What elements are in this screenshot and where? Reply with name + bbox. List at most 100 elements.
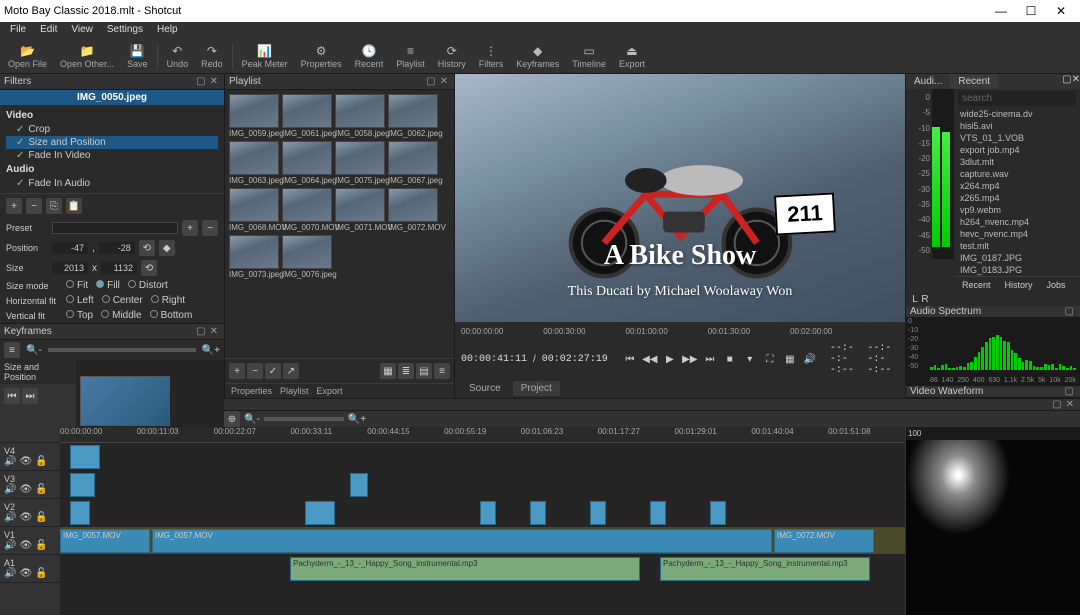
filters-undock-icon[interactable]: ▢ <box>194 76 207 87</box>
hfit-center[interactable]: Center <box>102 295 143 306</box>
copy-filter-button[interactable]: ⎘ <box>46 198 62 214</box>
toolbar-peakmeter-button[interactable]: 📊Peak Meter <box>236 41 294 73</box>
mute-icon[interactable]: 🔊 <box>4 456 16 467</box>
tl-ripple-button[interactable]: ⊕ <box>224 411 240 427</box>
keyframes-undock-icon[interactable]: ▢ <box>194 326 207 337</box>
playlist-check-button[interactable]: ✓ <box>265 363 281 379</box>
size-reset-button[interactable]: ⟲ <box>141 260 157 276</box>
tl-zoom-out-icon[interactable]: 🔍- <box>244 414 260 425</box>
rewind-button[interactable]: ◀◀ <box>642 353 658 367</box>
maximize-button[interactable]: ☐ <box>1016 1 1046 21</box>
position-y-input[interactable]: -28 <box>99 242 135 254</box>
toolbar-openfile-button[interactable]: 📂Open File <box>2 41 53 73</box>
filters-close-icon[interactable]: ✕ <box>208 76 220 87</box>
playlist-item[interactable]: IMG_0072.MOV <box>388 188 438 232</box>
playlist-menu-button[interactable]: ≡ <box>434 363 450 379</box>
filter-crop[interactable]: ✓Crop <box>6 123 218 136</box>
spectrum-undock-icon[interactable]: ▢ <box>1063 306 1076 317</box>
eye-icon[interactable]: 👁 <box>19 456 32 467</box>
lock-icon[interactable]: 🔓 <box>35 540 47 551</box>
tab-project[interactable]: Project <box>513 381 560 396</box>
recent-search-input[interactable]: search <box>958 91 1076 106</box>
size-w-input[interactable]: 2013 <box>52 262 88 274</box>
playlist-item[interactable]: IMG_0075.jpeg <box>335 141 385 185</box>
skip-end-button[interactable]: ⏭ <box>702 353 718 367</box>
minimize-button[interactable]: — <box>986 1 1016 21</box>
toolbar-timeline-button[interactable]: ▭Timeline <box>566 41 612 73</box>
tl-zoom-slider[interactable] <box>264 417 344 421</box>
toolbar-openother-button[interactable]: 📁Open Other... <box>54 41 120 73</box>
recent-file-item[interactable]: VTS_01_1.VOB <box>958 132 1076 144</box>
tab-recent[interactable]: Recent <box>950 74 998 89</box>
close-button[interactable]: ✕ <box>1046 1 1076 21</box>
toolbar-filters-button[interactable]: ⋮Filters <box>473 41 510 73</box>
size-h-input[interactable]: 1132 <box>101 262 137 274</box>
playlist-add-button[interactable]: + <box>229 363 245 379</box>
zoom-fit-button[interactable]: ⛶ <box>762 353 778 367</box>
playlist-undock-icon[interactable]: ▢ <box>424 76 437 87</box>
timeline-close-icon[interactable]: ✕ <box>1064 399 1076 410</box>
recent-file-item[interactable]: capture.wav <box>958 168 1076 180</box>
timecode-current[interactable]: 00:00:41:11 <box>461 354 527 365</box>
tab-history[interactable]: History <box>999 279 1039 291</box>
vfit-bottom[interactable]: Bottom <box>150 310 193 321</box>
menu-settings[interactable]: Settings <box>101 22 149 40</box>
playlist-item[interactable]: IMG_0064.jpeg <box>282 141 332 185</box>
playlist-goto-button[interactable]: ↗ <box>283 363 299 379</box>
lock-icon[interactable]: 🔓 <box>35 568 47 579</box>
lock-icon[interactable]: 🔓 <box>35 456 47 467</box>
track-head-V1[interactable]: V1🔊 👁 🔓 <box>0 527 60 555</box>
playlist-item[interactable]: IMG_0067.jpeg <box>388 141 438 185</box>
menu-file[interactable]: File <box>4 22 32 40</box>
zoom-out-icon[interactable]: 🔍- <box>26 345 42 356</box>
eye-icon[interactable]: 👁 <box>19 484 32 495</box>
zoom-in-icon[interactable]: 🔍+ <box>202 345 220 356</box>
forward-button[interactable]: ▶▶ <box>682 353 698 367</box>
recent-file-item[interactable]: hevc_nvenc.mp4 <box>958 228 1076 240</box>
vfit-top[interactable]: Top <box>66 310 93 321</box>
menu-help[interactable]: Help <box>151 22 184 40</box>
playlist-item[interactable]: IMG_0058.jpeg <box>335 94 385 138</box>
toolbar-history-button[interactable]: ⟳History <box>432 41 472 73</box>
sizemode-fill[interactable]: Fill <box>96 280 120 291</box>
mute-icon[interactable]: 🔊 <box>4 540 16 551</box>
playlist-view-grid[interactable]: ▦ <box>380 363 396 379</box>
recent-file-item[interactable]: x265.mp4 <box>958 192 1076 204</box>
kf-zoom-slider[interactable] <box>48 348 196 352</box>
filter-size-position[interactable]: ✓Size and Position <box>6 136 218 149</box>
playlist-item[interactable]: IMG_0063.jpeg <box>229 141 279 185</box>
filter-fade-in-video[interactable]: ✓Fade In Video <box>6 149 218 162</box>
track-head-V2[interactable]: V2🔊 👁 🔓 <box>0 499 60 527</box>
toolbar-recent-button[interactable]: 🕓Recent <box>349 41 390 73</box>
tab-jobs[interactable]: Jobs <box>1041 279 1072 291</box>
recent-file-item[interactable]: 3dlut.mlt <box>958 156 1076 168</box>
preset-combo[interactable] <box>52 222 178 234</box>
eye-icon[interactable]: 👁 <box>19 568 32 579</box>
toolbar-save-button[interactable]: 💾Save <box>121 41 154 73</box>
playlist-item[interactable]: IMG_0059.jpeg <box>229 94 279 138</box>
recent-file-item[interactable]: vp9.webm <box>958 204 1076 216</box>
mute-icon[interactable]: 🔊 <box>4 568 16 579</box>
position-reset-button[interactable]: ⟲ <box>139 240 155 256</box>
playlist-view-list[interactable]: ≣ <box>398 363 414 379</box>
playlist-view-icons[interactable]: ▤ <box>416 363 432 379</box>
waveform-undock-icon[interactable]: ▢ <box>1063 386 1076 397</box>
recent-file-item[interactable]: hisi5.avi <box>958 120 1076 132</box>
position-x-input[interactable]: -47 <box>52 242 88 254</box>
tab-export[interactable]: Export <box>317 386 343 396</box>
playlist-item[interactable]: IMG_0071.MOV <box>335 188 385 232</box>
playlist-item[interactable]: IMG_0068.MOV <box>229 188 279 232</box>
playlist-remove-button[interactable]: − <box>247 363 263 379</box>
eye-icon[interactable]: 👁 <box>19 512 32 523</box>
volume-button[interactable]: 🔊 <box>802 353 818 367</box>
timeline-undock-icon[interactable]: ▢ <box>1050 399 1063 410</box>
toolbar-redo-button[interactable]: ↷Redo <box>195 41 229 73</box>
toolbar-undo-button[interactable]: ↶Undo <box>161 41 195 73</box>
tab-playlist[interactable]: Playlist <box>280 386 309 396</box>
recent-file-item[interactable]: h264_nvenc.mp4 <box>958 216 1076 228</box>
sizemode-fit[interactable]: Fit <box>66 280 88 291</box>
toolbar-export-button[interactable]: ⏏Export <box>613 41 651 73</box>
track-head-V4[interactable]: V4🔊 👁 🔓 <box>0 443 60 471</box>
position-keyframe-button[interactable]: ◆ <box>159 240 175 256</box>
recent-file-item[interactable]: test.mlt <box>958 240 1076 252</box>
